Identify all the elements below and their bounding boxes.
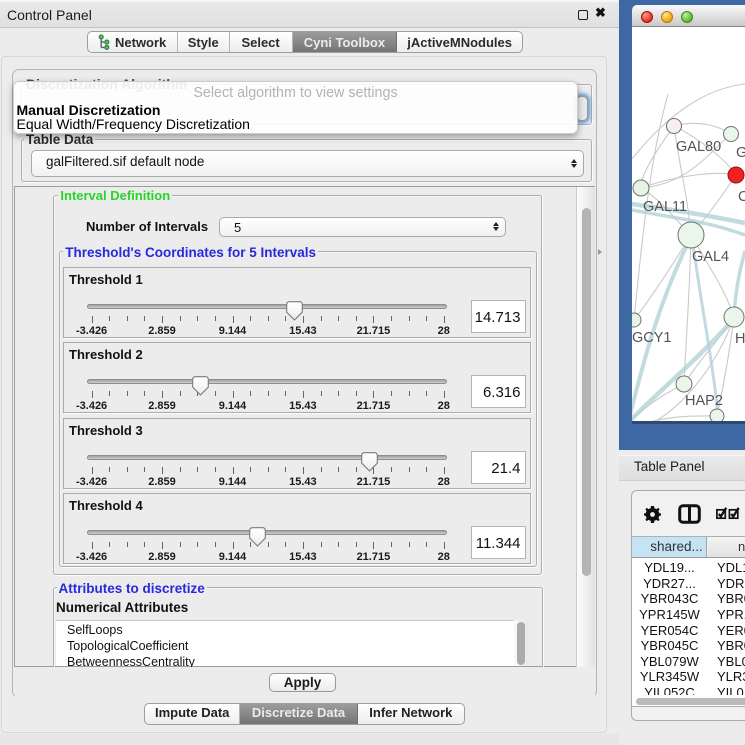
svg-text:C: C	[738, 189, 745, 205]
svg-text:GCY1: GCY1	[632, 330, 672, 346]
svg-text:GAL4: GAL4	[692, 249, 729, 265]
svg-text:HAP2: HAP2	[685, 393, 723, 409]
svg-text:GAL80: GAL80	[676, 139, 721, 155]
svg-text:H: H	[735, 331, 745, 347]
svg-text:GAL11: GAL11	[643, 199, 687, 215]
svg-text:G: G	[736, 145, 745, 161]
